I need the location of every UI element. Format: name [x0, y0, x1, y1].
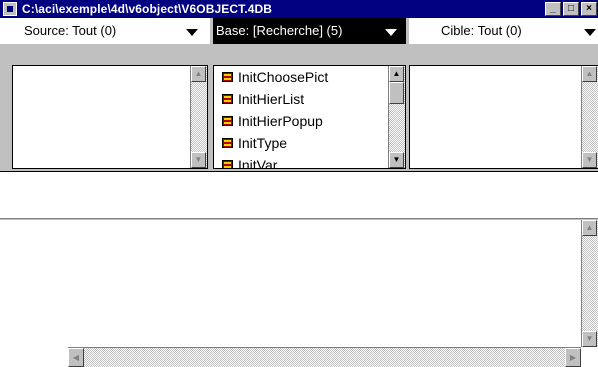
list-item[interactable]: InitChoosePict	[222, 66, 329, 88]
method-icon	[222, 138, 233, 148]
list-item-label: InitHierList	[238, 91, 305, 107]
arrow-down-icon[interactable]: ▼	[191, 152, 206, 168]
detail-horizontal-scrollbar[interactable]: ◀ ▶	[68, 347, 581, 367]
arrow-up-icon[interactable]: ▲	[582, 66, 597, 82]
arrow-up-icon[interactable]: ▲	[191, 66, 206, 82]
chevron-down-icon	[584, 29, 596, 36]
minimize-button[interactable]: _	[545, 2, 561, 16]
4d-app-icon[interactable]	[3, 2, 17, 16]
arrow-right-icon[interactable]: ▶	[565, 348, 581, 367]
list-item[interactable]: InitHierList	[222, 88, 305, 110]
arrow-up-icon[interactable]: ▲	[389, 66, 404, 82]
list-item[interactable]: InitVar	[222, 154, 278, 168]
base-label: Base: [Recherche] (5)	[216, 23, 343, 38]
base-dropdown[interactable]: Base: [Recherche] (5)	[213, 18, 406, 44]
arrow-up-icon[interactable]: ▲	[582, 220, 597, 236]
chevron-down-icon	[385, 29, 397, 36]
chevron-down-icon	[186, 29, 198, 36]
method-icon	[222, 160, 233, 168]
scrollbar-thumb[interactable]	[389, 82, 404, 104]
list-item-label: InitHierPopup	[238, 113, 323, 129]
arrow-left-icon[interactable]: ◀	[68, 348, 84, 367]
method-icon	[222, 72, 233, 82]
cible-scrollbar[interactable]: ▲ ▼	[581, 66, 598, 168]
arrow-down-icon[interactable]: ▼	[582, 152, 597, 168]
maximize-button[interactable]: □	[563, 2, 579, 16]
source-label: Source: Tout (0)	[24, 23, 117, 38]
arrow-down-icon[interactable]: ▼	[582, 331, 597, 347]
close-button[interactable]: ×	[581, 2, 597, 16]
list-item-label: InitType	[238, 135, 288, 151]
list-item-label: InitChoosePict	[238, 69, 329, 85]
title-bar[interactable]: C:\aci\exemple\4d\v6object\V6OBJECT.4DB …	[0, 0, 598, 18]
cible-dropdown[interactable]: Cible: Tout (0)	[409, 18, 598, 44]
detail-vertical-scrollbar[interactable]: ▲ ▼	[581, 220, 598, 347]
base-scrollbar[interactable]: ▲ ▼	[388, 66, 405, 168]
list-item-label: InitVar	[238, 157, 278, 168]
cible-label: Cible: Tout (0)	[441, 23, 522, 38]
detail-area[interactable]	[0, 220, 598, 367]
cible-list[interactable]: ▲ ▼	[409, 65, 598, 169]
info-area	[0, 171, 598, 219]
source-list[interactable]: ▲ ▼	[12, 65, 208, 169]
arrow-down-icon[interactable]: ▼	[389, 152, 404, 168]
source-scrollbar[interactable]: ▲ ▼	[190, 66, 207, 168]
base-list[interactable]: InitChoosePict InitHierList InitHierPopu…	[213, 65, 406, 169]
window-title: C:\aci\exemple\4d\v6object\V6OBJECT.4DB	[22, 2, 272, 16]
source-dropdown[interactable]: Source: Tout (0)	[0, 18, 210, 44]
list-item[interactable]: InitType	[222, 132, 288, 154]
method-icon	[222, 94, 233, 104]
list-item[interactable]: InitHierPopup	[222, 110, 323, 132]
method-icon	[222, 116, 233, 126]
base-list-items: InitChoosePict InitHierList InitHierPopu…	[214, 66, 384, 168]
